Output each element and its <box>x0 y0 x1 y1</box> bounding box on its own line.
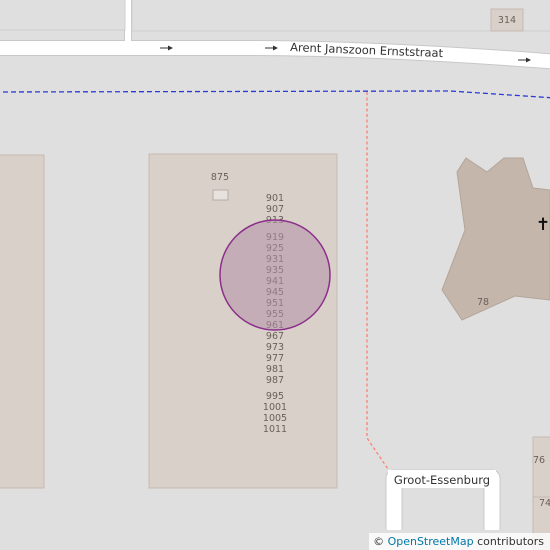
building-76 <box>532 436 550 498</box>
building-main-block <box>148 153 338 489</box>
house-number-314: 314 <box>498 15 516 26</box>
house-number-label: 995 <box>266 391 284 402</box>
house-number-label: 967 <box>266 331 284 342</box>
house-number-label: 973 <box>266 342 284 353</box>
location-marker-circle[interactable] <box>219 219 331 331</box>
house-number-label: 1005 <box>263 413 287 424</box>
house-number-label: 901 <box>266 193 284 204</box>
house-number-78: 78 <box>477 297 489 308</box>
osm-attribution-link[interactable]: OpenStreetMap <box>388 535 474 548</box>
church-icon: ✝ <box>536 215 550 235</box>
building-top-left <box>0 0 126 31</box>
street-label-groot-essenburg: Groot-Essenburg <box>394 473 490 487</box>
building-left <box>0 154 45 489</box>
map-attribution: © OpenStreetMap contributors <box>369 533 550 550</box>
house-number-label: 1001 <box>263 402 287 413</box>
building-top-right <box>131 0 550 32</box>
house-number-875: 875 <box>211 172 229 183</box>
house-number-label: 1011 <box>263 424 287 435</box>
house-number-74: 74 <box>539 498 550 509</box>
church-building <box>441 157 550 321</box>
boundary-line <box>0 90 550 99</box>
footpath <box>366 92 391 473</box>
house-number-76: 76 <box>533 455 545 466</box>
map-canvas: Arent Janszoon Ernststraat Groot-Essenbu… <box>0 0 550 550</box>
map-view[interactable]: Arent Janszoon Ernststraat Groot-Essenbu… <box>0 0 550 550</box>
copyright-symbol: © <box>373 535 385 548</box>
house-number-label: 977 <box>266 353 284 364</box>
building-small-annex <box>212 189 229 201</box>
attribution-suffix: contributors <box>477 535 544 548</box>
house-number-label: 987 <box>266 375 284 386</box>
road-arent-janszoon-ernststraat <box>0 41 550 69</box>
house-number-label: 907 <box>266 204 284 215</box>
house-number-label: 981 <box>266 364 284 375</box>
